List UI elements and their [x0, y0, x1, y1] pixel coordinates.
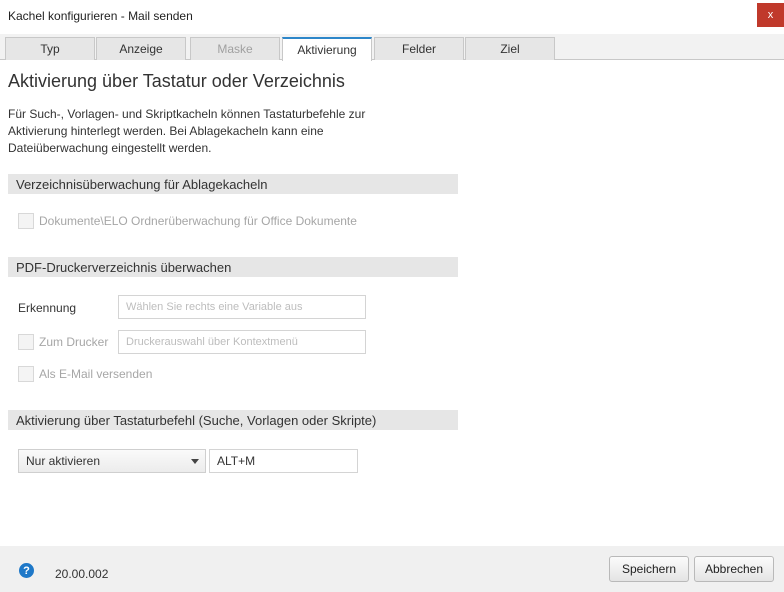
office-folder-monitoring-label: Dokumente\ELO Ordnerüberwachung für Offi…	[39, 214, 357, 228]
to-printer-checkbox	[18, 334, 34, 350]
save-button[interactable]: Speichern	[609, 556, 689, 582]
send-as-email-checkbox-row: Als E-Mail versenden	[18, 366, 152, 382]
to-printer-label: Zum Drucker	[39, 335, 109, 349]
chevron-down-icon	[191, 459, 199, 464]
page-heading: Aktivierung über Tastatur oder Verzeichn…	[8, 71, 345, 91]
page-description: Für Such-, Vorlagen- und Skriptkacheln k…	[8, 107, 366, 155]
footer-bar: ? 20.00.002 Speichern Abbrechen	[0, 546, 784, 592]
section-header-pdf-printer: PDF-Druckerverzeichnis überwachen	[8, 257, 458, 277]
send-as-email-label: Als E-Mail versenden	[39, 367, 153, 381]
send-as-email-checkbox	[18, 366, 34, 382]
recognition-input[interactable]	[118, 295, 366, 319]
tab-anzeige[interactable]: Anzeige	[96, 37, 186, 60]
office-folder-monitoring-checkbox-row: Dokumente\ELO Ordnerüberwachung für Offi…	[18, 213, 357, 229]
office-folder-monitoring-checkbox	[18, 213, 34, 229]
tab-typ[interactable]: Typ	[5, 37, 95, 60]
activation-mode-dropdown[interactable]: Nur aktivieren	[18, 449, 206, 473]
title-bar: Kachel konfigurieren - Mail senden x	[0, 0, 784, 32]
section-header-folder-monitoring: Verzeichnisüberwachung für Ablagekacheln	[8, 174, 458, 194]
activation-mode-value: Nur aktivieren	[26, 454, 101, 468]
tab-maske: Maske	[190, 37, 280, 60]
printer-selection-input[interactable]	[118, 330, 366, 354]
cancel-button[interactable]: Abbrechen	[694, 556, 774, 582]
tab-bar: Typ Anzeige Maske Aktivierung Felder Zie…	[0, 34, 784, 61]
recognition-label: Erkennung	[18, 301, 77, 315]
shortcut-input[interactable]	[209, 449, 358, 473]
help-icon[interactable]: ?	[19, 563, 34, 578]
tab-felder[interactable]: Felder	[374, 37, 464, 60]
section-header-keyboard-activation: Aktivierung über Tastaturbefehl (Suche, …	[8, 410, 458, 430]
to-printer-checkbox-row: Zum Drucker	[18, 334, 108, 350]
version-label: 20.00.002	[55, 567, 109, 581]
close-button[interactable]: x	[757, 3, 784, 27]
window-title: Kachel konfigurieren - Mail senden	[8, 9, 193, 23]
tab-aktivierung[interactable]: Aktivierung	[282, 37, 372, 61]
tab-ziel[interactable]: Ziel	[465, 37, 555, 60]
